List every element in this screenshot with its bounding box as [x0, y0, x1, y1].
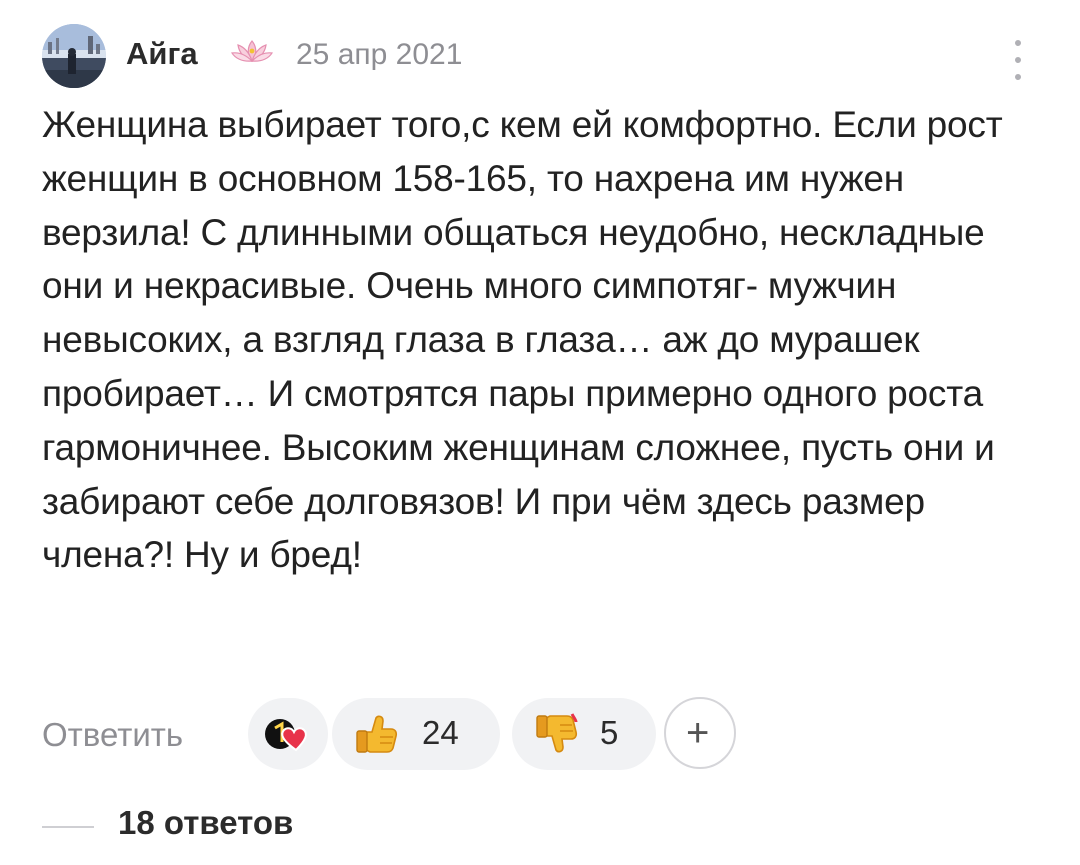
replies-count: 18 ответов [118, 804, 294, 841]
lotus-icon [230, 38, 274, 68]
comment-text: Женщина выбирает того,с кем ей комфортно… [42, 104, 1003, 576]
plus-icon: + [686, 711, 710, 755]
comment-actions: Ответить 24 5 + [42, 696, 1042, 772]
thumbs-down-icon [536, 713, 578, 753]
reaction-badge-icon [265, 719, 307, 752]
dislike-count: 5 [600, 714, 619, 751]
comment-date: 25 апр 2021 [296, 38, 463, 71]
replies-toggle[interactable]: 18 ответов [42, 800, 542, 850]
reply-button[interactable]: Ответить [42, 716, 183, 754]
thumbs-up-icon [356, 715, 398, 753]
add-reaction-button[interactable]: + [664, 697, 736, 769]
divider [42, 826, 94, 828]
reaction-summary-button[interactable] [248, 698, 328, 770]
author-name[interactable]: Айга [126, 36, 198, 72]
dislike-button[interactable]: 5 [512, 698, 656, 770]
comment-header: Айга 25 апр 2021 [42, 24, 1042, 94]
avatar[interactable] [42, 24, 106, 88]
like-button[interactable]: 24 [332, 698, 500, 770]
like-count: 24 [422, 714, 459, 751]
more-options-icon[interactable] [1006, 40, 1030, 80]
